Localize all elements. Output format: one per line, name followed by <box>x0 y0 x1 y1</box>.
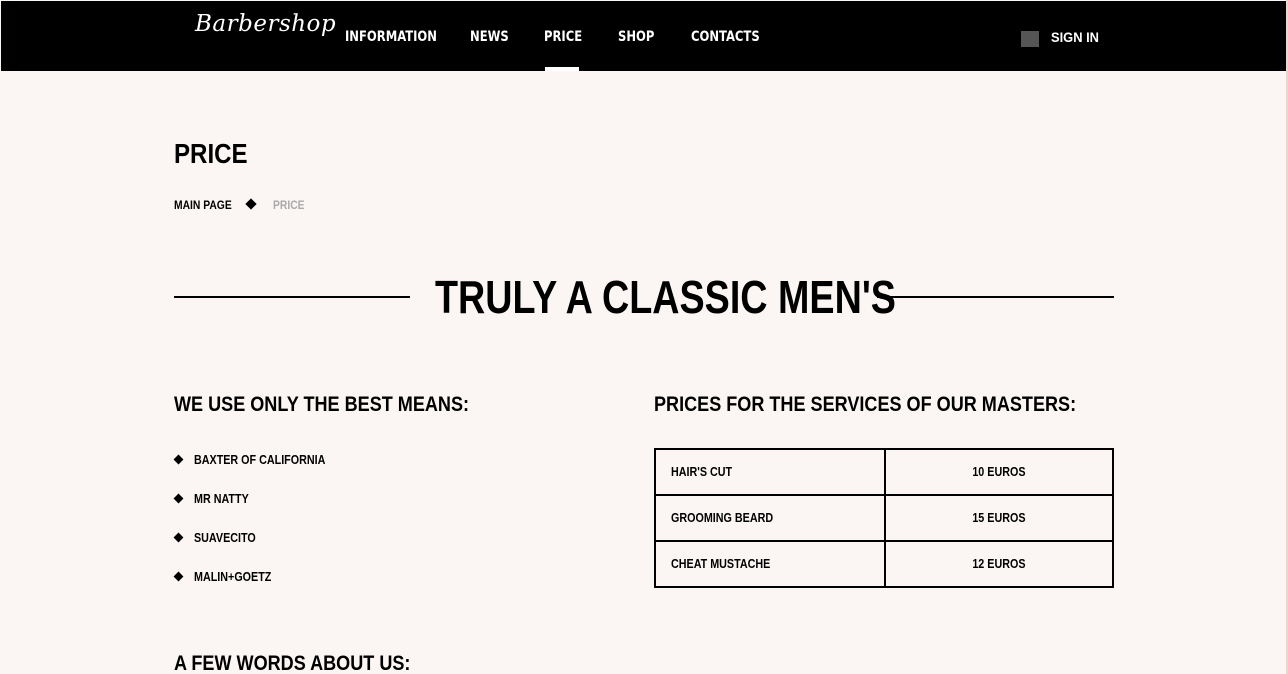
diamond-bullet-icon <box>173 571 184 582</box>
hero-divider-right <box>877 296 1114 298</box>
barbershop-logo[interactable]: Barbershop <box>195 11 336 37</box>
top-header: Barbershop INFORMATION NEWS PRICE SHOP C… <box>1 1 1286 71</box>
nav-active-indicator <box>545 67 579 71</box>
price-cell: 15 EUROS <box>884 494 1114 542</box>
diamond-bullet-icon <box>173 454 184 465</box>
price-cell: 10 EUROS <box>884 448 1114 496</box>
price-table: HAIR'S CUT 10 EUROS GROOMING BEARD 15 EU… <box>654 448 1114 588</box>
nav-item-shop[interactable]: SHOP <box>618 29 654 45</box>
nav-item-news[interactable]: NEWS <box>470 29 509 45</box>
means-item-label: SUAVECITO <box>194 531 256 545</box>
table-row: GROOMING BEARD 15 EUROS <box>654 494 1114 542</box>
table-row: HAIR'S CUT 10 EUROS <box>654 448 1114 496</box>
page-title-text: PRICE <box>174 138 248 169</box>
diamond-bullet-icon <box>173 532 184 543</box>
sign-in-link[interactable]: SIGN IN <box>1051 29 1099 45</box>
prices-heading: PRICES FOR THE SERVICES OF OUR MASTERS: <box>654 393 1077 416</box>
means-item-label: MR NATTY <box>194 492 249 506</box>
page-title: PRICE <box>174 138 260 170</box>
service-cell: GROOMING BEARD <box>654 494 886 542</box>
service-cell: HAIR'S CUT <box>654 448 886 496</box>
diamond-bullet-icon <box>173 493 184 504</box>
breadcrumb-current: PRICE <box>273 198 305 212</box>
list-item: BAXTER OF CALIFORNIA <box>173 453 474 469</box>
price-cell: 12 EUROS <box>884 540 1114 588</box>
list-item: MR NATTY <box>173 492 474 508</box>
service-name: GROOMING BEARD <box>671 511 774 525</box>
login-icon[interactable] <box>1021 31 1039 47</box>
hero-title: TRULY A CLASSIC MEN'S <box>435 271 896 323</box>
breadcrumb-separator-icon <box>245 198 257 210</box>
service-price: 10 EUROS <box>972 465 1026 479</box>
about-heading: A FEW WORDS ABOUT US: <box>174 652 411 674</box>
service-price: 15 EUROS <box>972 511 1026 525</box>
list-item: SUAVECITO <box>173 531 474 547</box>
nav-item-contacts[interactable]: CONTACTS <box>691 29 760 45</box>
nav-item-price[interactable]: PRICE <box>544 29 582 45</box>
hero-divider-left <box>174 296 410 298</box>
service-price: 12 EUROS <box>972 557 1026 571</box>
means-heading: WE USE ONLY THE BEST MEANS: <box>174 393 470 416</box>
means-item-label: MALIN+GOETZ <box>194 570 272 584</box>
table-row: CHEAT MUSTACHE 12 EUROS <box>654 540 1114 588</box>
breadcrumb-home-link[interactable]: MAIN PAGE <box>174 198 232 212</box>
list-item: MALIN+GOETZ <box>173 570 474 586</box>
nav-item-information[interactable]: INFORMATION <box>345 29 437 45</box>
means-item-label: BAXTER OF CALIFORNIA <box>194 453 326 467</box>
service-name: CHEAT MUSTACHE <box>671 557 771 571</box>
service-name: HAIR'S CUT <box>671 465 733 479</box>
service-cell: CHEAT MUSTACHE <box>654 540 886 588</box>
